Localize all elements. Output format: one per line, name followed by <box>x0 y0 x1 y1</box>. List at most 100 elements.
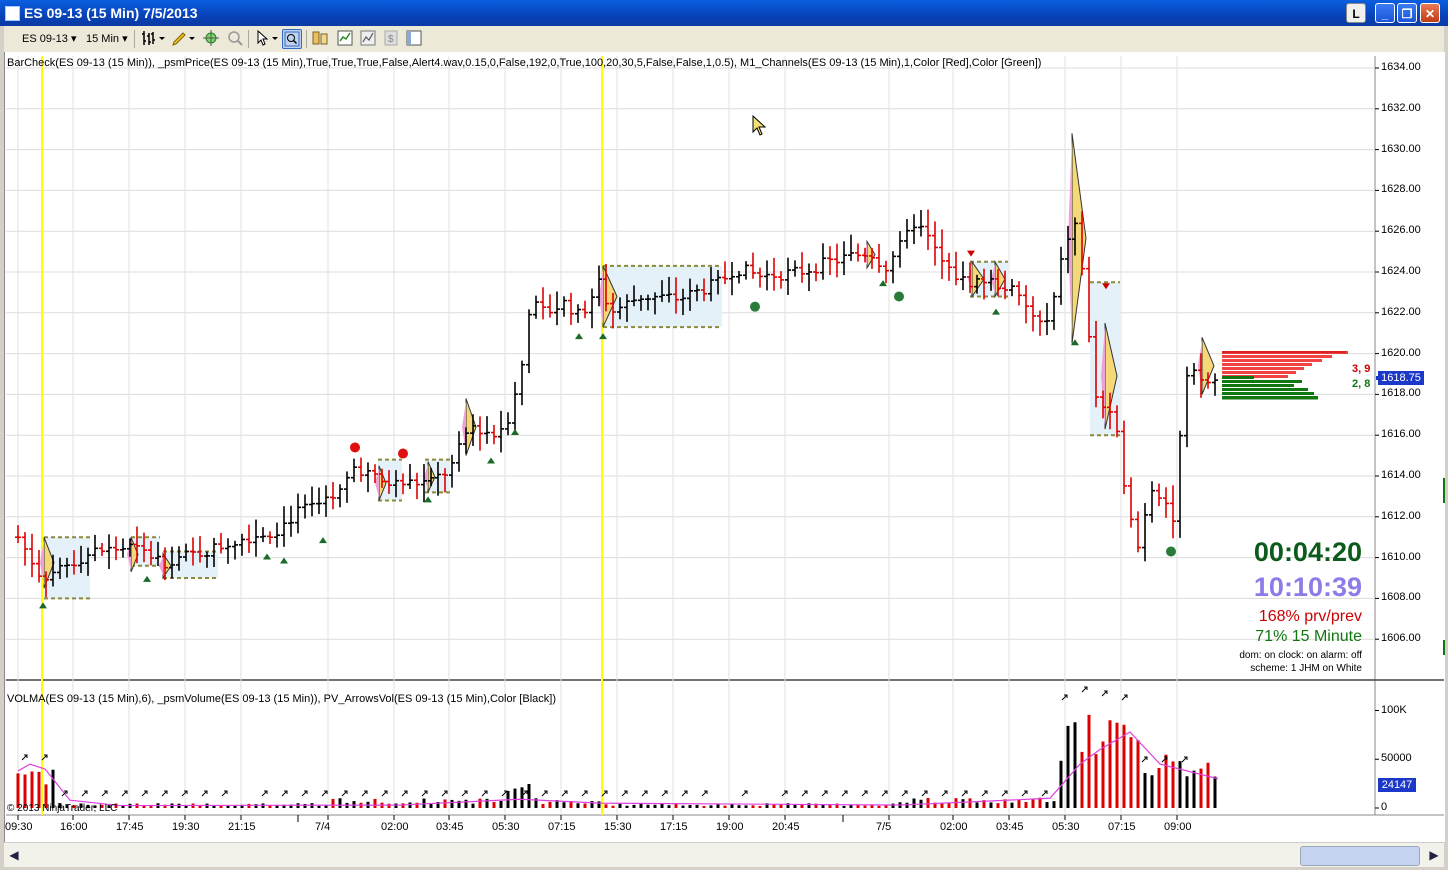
time-tick-label: 17:45 <box>116 821 144 833</box>
price-tick-label: 1620.00 <box>1381 346 1421 359</box>
price-tick-label: 1630.00 <box>1381 142 1421 155</box>
volume-arrow-icon <box>321 790 328 797</box>
volume-arrow-icon <box>841 790 848 797</box>
red-dot-icon <box>398 448 408 459</box>
buy-signal-icon <box>511 429 519 435</box>
volume-arrow-icon <box>681 790 688 797</box>
time-tick-label: 16:00 <box>60 821 88 833</box>
volume-arrow-icon <box>741 790 748 797</box>
time-tick-label: 19:30 <box>172 821 200 833</box>
buy-signal-icon <box>319 537 327 544</box>
buy-signal-icon <box>992 308 1000 315</box>
volume-arrow-icon <box>801 790 808 797</box>
volume-arrow-icon <box>1001 790 1008 797</box>
volume-arrow-icon <box>1121 694 1128 701</box>
price-tick-label: 1626.00 <box>1381 224 1421 237</box>
volume-arrow-icon <box>921 790 928 797</box>
volume-arrow-icon <box>261 790 268 797</box>
buy-signal-icon <box>424 496 432 503</box>
time-tick-label: 05:30 <box>492 821 520 833</box>
volume-arrow-icon <box>641 790 648 797</box>
volume-arrow-icon <box>461 790 468 797</box>
price-indicator-label: BarCheck(ES 09-13 (15 Min)), _psmPrice(E… <box>7 57 1042 69</box>
volume-arrow-icon <box>361 790 368 797</box>
bar-timer: 00:04:20 <box>1253 537 1362 567</box>
volume-arrow-icon <box>621 790 628 797</box>
dom-ask-label: 3, 9 <box>1352 363 1371 375</box>
time-tick-label: 02:00 <box>381 821 409 833</box>
buy-signal-icon <box>575 333 583 340</box>
price-tick-label: 1608.00 <box>1381 591 1421 604</box>
status-line-1: dom: on clock: on alarm: off <box>1239 650 1362 661</box>
time-tick-label: 03:45 <box>436 821 464 833</box>
time-tick-label: 09:00 <box>1164 821 1192 833</box>
edge-marker <box>1443 640 1445 655</box>
time-tick-label: 02:00 <box>940 821 968 833</box>
volume-arrow-icon <box>81 790 88 797</box>
volume-arrow-icon <box>1081 686 1088 693</box>
volume-arrow-icon <box>701 790 708 797</box>
time-tick-label: 15:30 <box>604 821 632 833</box>
red-dot-icon <box>350 442 360 453</box>
volume-profile-wedge <box>1071 133 1087 344</box>
buy-signal-icon <box>263 553 271 560</box>
dom-bid-bar <box>1222 388 1308 391</box>
price-tick-label: 1618.00 <box>1381 387 1421 400</box>
time-tick-label: 03:45 <box>996 821 1024 833</box>
green-dot-icon <box>894 291 904 302</box>
time-tick-label: 7/4 <box>315 821 331 833</box>
time-tick-label: 7/5 <box>876 821 892 833</box>
price-tick-label: 1612.00 <box>1381 509 1421 522</box>
time-tick-label: 07:15 <box>1108 821 1136 833</box>
volume-arrow-icon <box>401 790 408 797</box>
dom-ask-bar <box>1222 359 1322 362</box>
volume-arrow-icon <box>1021 790 1028 797</box>
price-tick-label: 1606.00 <box>1381 632 1421 645</box>
horizontal-scrollbar[interactable]: ◀ ▶ <box>4 842 1444 867</box>
dom-ask-bar <box>1222 371 1296 374</box>
volume-ma-line <box>17 731 1219 807</box>
volume-arrow-icon <box>981 790 988 797</box>
volume-arrow-icon <box>1101 690 1108 697</box>
scroll-left-icon[interactable]: ◀ <box>6 846 22 864</box>
dom-bid-bar <box>1222 376 1254 379</box>
volume-arrow-icon <box>141 790 148 797</box>
volume-arrow-icon <box>221 790 228 797</box>
price-tick-label: 1610.00 <box>1381 550 1421 563</box>
dom-ask-bar <box>1222 355 1332 358</box>
volume-arrow-icon <box>861 790 868 797</box>
volume-arrow-icon <box>821 790 828 797</box>
volume-arrow-icon <box>201 790 208 797</box>
dom-bid-bar <box>1222 392 1314 395</box>
dom-ask-bar <box>1222 367 1304 370</box>
price-tick-label: 1634.00 <box>1381 61 1421 73</box>
volume-arrow-icon <box>381 790 388 797</box>
volume-arrow-icon <box>881 790 888 797</box>
volume-arrow-icon <box>281 790 288 797</box>
volume-arrow-icon <box>941 790 948 797</box>
price-tick-label: 1616.00 <box>1381 428 1421 441</box>
copyright-label: © 2013 NinjaTrader, LLC <box>7 803 118 814</box>
buy-signal-icon <box>280 557 288 564</box>
green-dot-icon <box>750 301 760 312</box>
volume-indicator-label: VOLMA(ES 09-13 (15 Min),6), _psmVolume(E… <box>7 693 556 705</box>
volume-arrow-icon <box>161 790 168 797</box>
buy-signal-icon <box>487 457 495 464</box>
volume-arrow-icon <box>1041 790 1048 797</box>
sell-signal-icon <box>967 250 975 257</box>
scroll-thumb[interactable] <box>1300 846 1420 866</box>
volume-arrow-icon <box>561 790 568 797</box>
mouse-pointer-icon <box>752 115 766 136</box>
volume-tick-label: 0 <box>1381 801 1388 813</box>
buy-signal-icon <box>39 602 47 609</box>
volume-arrow-icon <box>1141 756 1148 763</box>
price-chart-canvas[interactable] <box>0 0 1448 870</box>
scroll-right-icon[interactable]: ▶ <box>1426 846 1442 864</box>
current-price-marker: 1618.75 <box>1378 371 1424 385</box>
price-tick-label: 1624.00 <box>1381 265 1421 277</box>
time-tick-label: 05:30 <box>1052 821 1080 833</box>
volume-arrow-icon <box>1181 756 1188 763</box>
volume-arrow-icon <box>661 790 668 797</box>
volume-arrow-icon <box>901 790 908 797</box>
dom-bid-label: 2, 8 <box>1352 378 1371 390</box>
